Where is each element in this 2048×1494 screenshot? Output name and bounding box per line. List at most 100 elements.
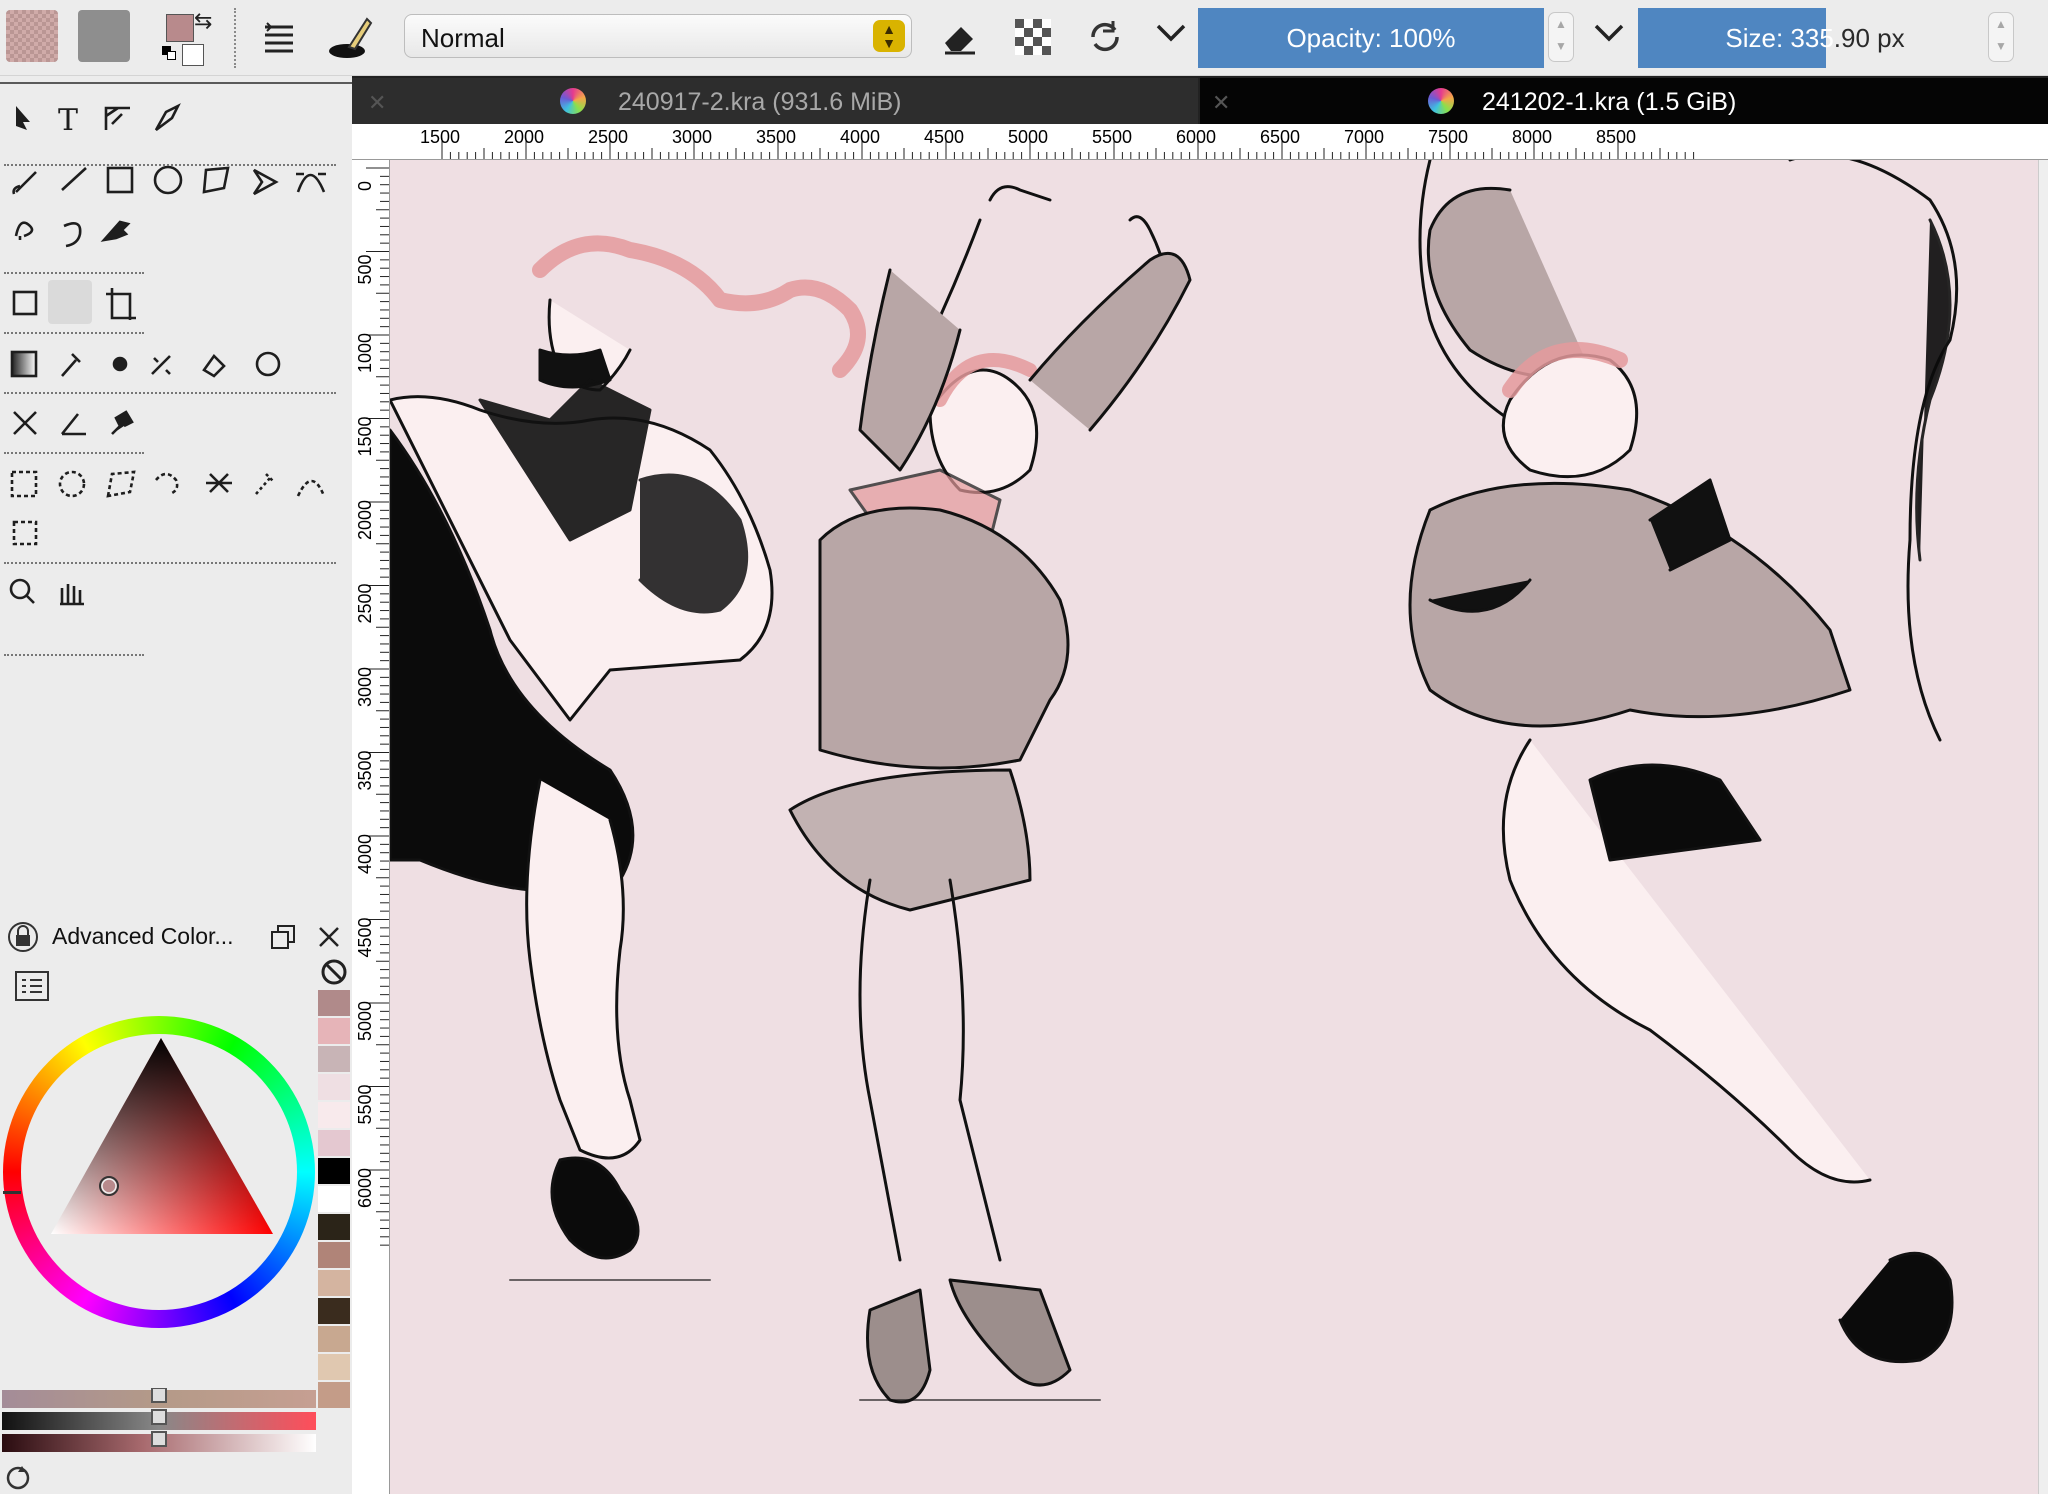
text-tool-icon: T: [58, 103, 78, 138]
measure-tool-icon: [60, 413, 86, 436]
tab-240917-2[interactable]: ✕ 240917-2.kra (931.6 MiB): [352, 78, 1198, 124]
ruler-label: 2000: [504, 127, 544, 147]
history-swatch[interactable]: [318, 1186, 350, 1212]
ruler-ticks: 1500 2000 2500 3000 3500 4000 4500 5000 5500 6000…: [420, 127, 1695, 159]
history-swatch[interactable]: [318, 1326, 350, 1352]
vertical-scrollbar[interactable]: [2038, 160, 2048, 1494]
history-swatch[interactable]: [318, 1270, 350, 1296]
ruler-label: 8500: [1596, 127, 1636, 147]
opacity-slider[interactable]: Opacity: 100%: [1198, 8, 1544, 68]
color-wheel[interactable]: [3, 1016, 315, 1328]
ruler-label: 7000: [1344, 127, 1384, 147]
foreground-color[interactable]: [166, 14, 194, 42]
ruler-label: 2000: [355, 500, 375, 540]
ruler-label: 4500: [924, 127, 964, 147]
history-swatch[interactable]: [318, 1102, 350, 1128]
horizontal-ruler[interactable]: 1500 2000 2500 3000 3500 4000 4500 5000 5500 6000…: [352, 124, 2048, 160]
size-spin-buttons[interactable]: ▲ ▼: [1988, 12, 2014, 62]
brush-preset-icon[interactable]: [326, 12, 376, 62]
toolbox-separator: [4, 332, 144, 334]
eraser-icon[interactable]: [934, 12, 984, 62]
history-swatch[interactable]: [318, 1298, 350, 1324]
contiguous-select-icon: [206, 473, 232, 493]
ruler-label: 500: [355, 254, 375, 284]
multibrush-icon: [100, 220, 131, 242]
advanced-color-panel: Advanced Color...: [0, 918, 352, 1494]
lock-icon[interactable]: [6, 920, 40, 954]
clear-history-icon[interactable]: [318, 956, 350, 988]
ruler-label: 3000: [355, 667, 375, 707]
slider-handles: [151, 1388, 167, 1447]
float-panel-icon[interactable]: [268, 922, 298, 952]
history-swatch[interactable]: [318, 1214, 350, 1240]
panel-title: Advanced Color...: [52, 923, 234, 949]
chevron-down-icon[interactable]: [1152, 22, 1190, 52]
history-swatch[interactable]: [318, 1018, 350, 1044]
bucket-icon: [202, 353, 226, 378]
history-swatch[interactable]: [318, 1130, 350, 1156]
size-label-main: Size: 335: [1725, 23, 1834, 53]
ruler-label: 7500: [1428, 127, 1468, 147]
select-shapes-icon: [16, 106, 30, 130]
color-triangle[interactable]: [3, 1016, 315, 1328]
pan-tool-icon: [60, 584, 84, 606]
calligraphy-icon: [154, 103, 181, 132]
opacity-spin-buttons[interactable]: ▲ ▼: [1548, 12, 1574, 62]
rectangle-tool-icon: [106, 166, 134, 194]
vertical-ruler[interactable]: 0 500 1000 1500 2000 2500 3000 3500 4000 4500 5000…: [352, 160, 390, 1494]
close-panel-icon[interactable]: [314, 922, 344, 952]
reference-images-icon: [111, 410, 134, 435]
polygon-tool-icon: [202, 166, 230, 194]
size-label-rest: .90 px: [1833, 23, 1905, 53]
ruler-label: 4000: [840, 127, 880, 147]
chevron-down-icon[interactable]: [1590, 22, 1628, 52]
ruler-label: 0: [355, 181, 375, 191]
history-swatch[interactable]: [318, 990, 350, 1016]
ruler-label: 3000: [672, 127, 712, 147]
blend-mode-select[interactable]: Normal ▲ ▼: [404, 14, 912, 58]
tab-241202-1[interactable]: ✕ 241202-1.kra (1.5 GiB): [1200, 78, 2048, 124]
layer-list-icon[interactable]: [254, 12, 304, 62]
line-tool-icon: [61, 167, 87, 191]
gradient-swatch[interactable]: [78, 10, 130, 62]
ruler-label: 2500: [588, 127, 628, 147]
color-picker-icon: [61, 353, 81, 377]
close-tab-icon[interactable]: ✕: [368, 90, 386, 116]
ruler-label: 1000: [355, 333, 375, 373]
swap-colors-icon[interactable]: ⇆: [194, 10, 212, 32]
ruler-label: 2500: [355, 583, 375, 623]
move-tool-button[interactable]: [48, 280, 92, 324]
freehand-brush-icon: [12, 171, 37, 195]
ruler-label: 5000: [355, 1001, 375, 1041]
dynamic-brush-icon: [63, 222, 82, 248]
reset-colors-icon[interactable]: [162, 46, 176, 60]
refresh-icon[interactable]: [2, 1462, 34, 1494]
history-swatch[interactable]: [318, 1382, 350, 1408]
size-slider[interactable]: Size: 335.90 px: [1638, 8, 1992, 68]
close-tab-icon[interactable]: ✕: [1212, 90, 1230, 116]
history-swatch[interactable]: [318, 1158, 350, 1184]
bezier-select-icon: [296, 479, 326, 497]
drawing-canvas[interactable]: [390, 160, 2038, 1494]
history-swatch[interactable]: [318, 1354, 350, 1380]
pattern-swatch[interactable]: [6, 10, 58, 62]
hue-handle: [3, 1191, 21, 1194]
reload-preset-icon[interactable]: [1080, 12, 1130, 62]
background-color[interactable]: [182, 44, 204, 66]
ruler-label: 6000: [355, 1168, 375, 1208]
history-swatch[interactable]: [318, 1242, 350, 1268]
alpha-lock-icon[interactable]: [1008, 12, 1058, 62]
history-swatch[interactable]: [318, 1074, 350, 1100]
toolbar-separator: [234, 8, 236, 68]
panel-header: Advanced Color...: [0, 918, 352, 954]
toolbox-separator: [4, 392, 336, 394]
smart-patch-icon: [112, 356, 128, 372]
history-swatch[interactable]: [318, 1046, 350, 1072]
zoom-tool-handle-icon: [25, 594, 35, 604]
color-selector[interactable]: ⇆: [160, 8, 222, 70]
color-history: [318, 990, 350, 1410]
sketch-artwork: [390, 160, 1959, 1404]
opacity-label: Opacity: 100%: [1286, 23, 1456, 53]
settings-list-icon[interactable]: [14, 968, 54, 1008]
rect-select-icon: [10, 470, 38, 498]
